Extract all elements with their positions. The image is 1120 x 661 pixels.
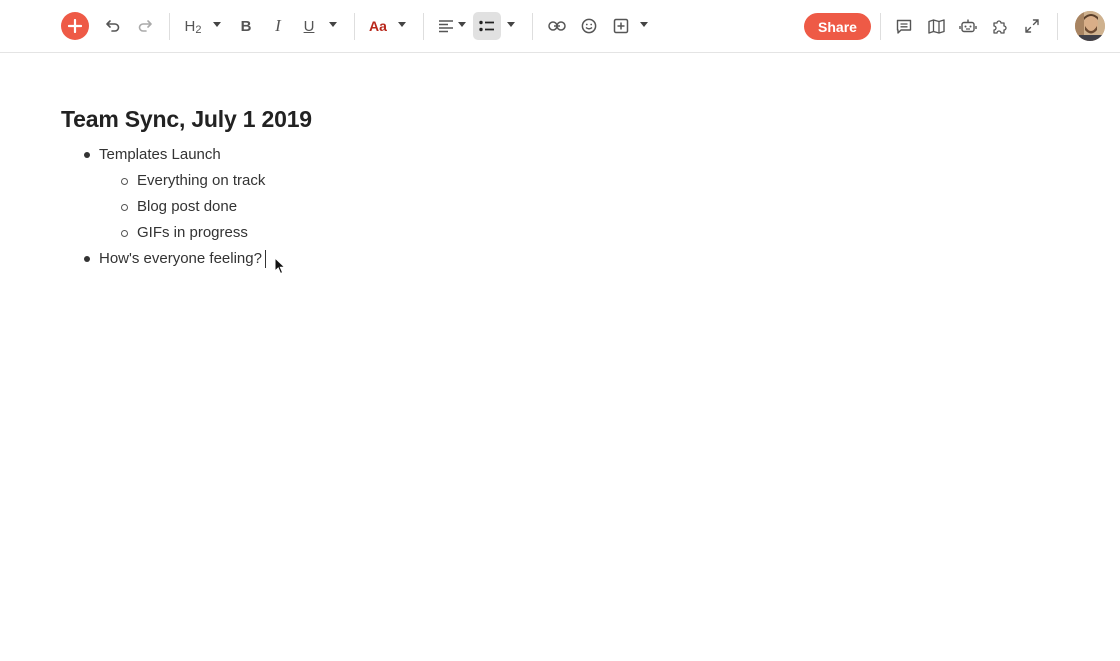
toolbar-divider <box>423 13 424 40</box>
heading-icon: H2 <box>184 17 202 36</box>
list-item[interactable]: GIFs in progress <box>137 224 248 242</box>
list-item[interactable]: Blog post done <box>137 198 237 216</box>
comments-button[interactable] <box>888 10 920 42</box>
list-item[interactable]: How's everyone feeling? <box>99 250 262 268</box>
list-bullet <box>121 230 128 237</box>
underline-icon: U <box>303 17 315 35</box>
italic-button[interactable]: I <box>262 10 294 42</box>
insert-button[interactable] <box>605 10 637 42</box>
map-icon <box>927 18 945 34</box>
emoji-icon <box>581 18 597 34</box>
puzzle-icon <box>993 20 1007 34</box>
link-icon <box>548 21 566 31</box>
document-body[interactable]: Team Sync, July 1 2019 <box>61 104 312 134</box>
insert-icon <box>613 18 629 34</box>
bot-button[interactable] <box>952 10 984 42</box>
emoji-button[interactable] <box>573 10 605 42</box>
plugins-button[interactable] <box>984 10 1016 42</box>
undo-button[interactable] <box>97 10 129 42</box>
expand-icon <box>1025 19 1039 33</box>
plus-icon <box>68 19 82 33</box>
toolbar-divider <box>532 13 533 40</box>
more-formatting-caret[interactable] <box>329 22 337 27</box>
avatar[interactable] <box>1075 11 1105 41</box>
list-bullet <box>121 178 128 185</box>
bold-button[interactable]: B <box>230 10 262 42</box>
list-item[interactable]: Templates Launch <box>99 146 221 164</box>
redo-button[interactable] <box>129 10 161 42</box>
mouse-pointer-icon <box>274 257 286 275</box>
robot-icon <box>959 19 977 33</box>
text-style-dropdown-caret[interactable] <box>398 22 406 27</box>
comment-icon <box>896 19 912 34</box>
underline-button[interactable]: U <box>293 10 325 42</box>
heading-button[interactable]: H2 <box>177 10 209 42</box>
page-title[interactable]: Team Sync, July 1 2019 <box>61 104 312 134</box>
bulleted-list-icon <box>479 20 494 32</box>
list-bullet <box>84 256 90 262</box>
list-bullet <box>121 204 128 211</box>
list-bullet <box>84 152 90 158</box>
outline-map-button[interactable] <box>920 10 952 42</box>
align-left-icon <box>439 20 453 33</box>
bulleted-list-button[interactable] <box>471 10 503 42</box>
share-button[interactable]: Share <box>804 13 871 40</box>
align-dropdown-caret[interactable] <box>458 22 466 27</box>
insert-dropdown-caret[interactable] <box>640 22 648 27</box>
text-color-icon: Aa <box>369 18 387 34</box>
toolbar-divider <box>1057 13 1058 40</box>
add-button[interactable] <box>61 12 89 40</box>
text-style-button[interactable]: Aa <box>362 10 394 42</box>
fullscreen-button[interactable] <box>1016 10 1048 42</box>
user-avatar-icon <box>1075 11 1105 41</box>
redo-icon <box>138 20 152 32</box>
text-cursor <box>265 250 266 268</box>
toolbar-divider <box>169 13 170 40</box>
italic-icon: I <box>275 16 281 35</box>
undo-icon <box>106 20 120 32</box>
toolbar-divider <box>880 13 881 40</box>
editor-toolbar: H2 B I U Aa Share <box>0 0 1120 53</box>
bold-icon: B <box>240 17 252 35</box>
link-button[interactable] <box>541 10 573 42</box>
list-dropdown-caret[interactable] <box>507 22 515 27</box>
list-item[interactable]: Everything on track <box>137 172 265 190</box>
toolbar-divider <box>354 13 355 40</box>
heading-dropdown-caret[interactable] <box>213 22 221 27</box>
